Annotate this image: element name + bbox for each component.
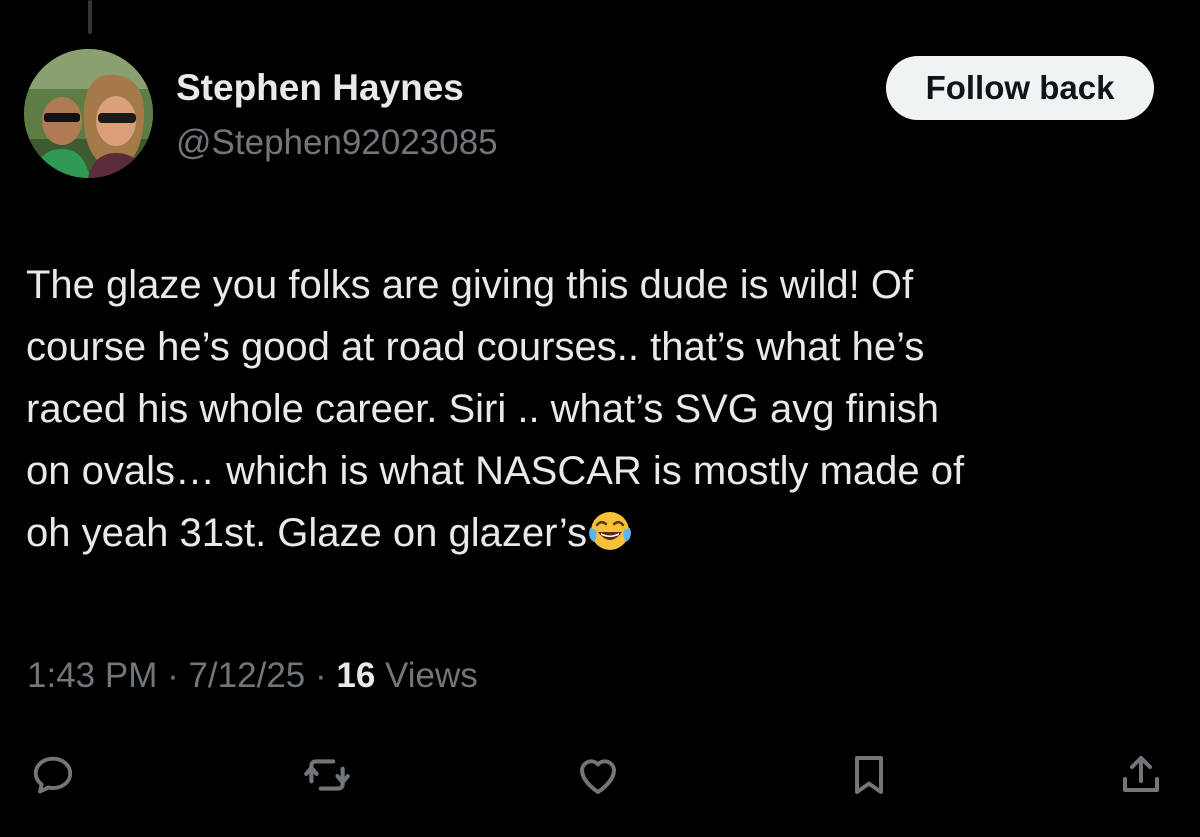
follow-back-button[interactable]: Follow back bbox=[886, 56, 1154, 120]
repost-icon bbox=[304, 759, 350, 791]
reply-icon bbox=[33, 756, 73, 794]
tweet-line: raced his whole career. Siri .. what’s S… bbox=[26, 387, 940, 431]
meta-separator: · bbox=[157, 656, 189, 695]
action-bar bbox=[0, 740, 1200, 810]
tweet-body: The glaze you folks are giving this dude… bbox=[26, 254, 1176, 564]
tweet-meta: 1:43 PM · 7/12/25 · 16 Views bbox=[27, 656, 478, 696]
heart-icon bbox=[580, 759, 616, 794]
share-icon bbox=[1123, 756, 1159, 792]
reply-button[interactable] bbox=[18, 740, 88, 810]
repost-button[interactable] bbox=[292, 740, 362, 810]
views-label: Views bbox=[375, 656, 478, 695]
tweet-line: The glaze you folks are giving this dude… bbox=[26, 263, 914, 307]
tweet-last-line: oh yeah 31st. Glaze on glazer’s bbox=[26, 502, 1176, 564]
avatar-photo bbox=[24, 49, 153, 178]
tweet-line-text: oh yeah 31st. Glaze on glazer’s bbox=[26, 511, 588, 555]
bookmark-button[interactable] bbox=[834, 740, 904, 810]
like-button[interactable] bbox=[563, 740, 633, 810]
tweet-date[interactable]: 7/12/25 bbox=[188, 656, 305, 695]
share-button[interactable] bbox=[1106, 740, 1176, 810]
author-handle[interactable]: @Stephen92023085 bbox=[176, 123, 498, 163]
avatar[interactable] bbox=[24, 49, 153, 178]
tweet-time[interactable]: 1:43 PM bbox=[27, 656, 157, 695]
author-display-name[interactable]: Stephen Haynes bbox=[176, 67, 464, 109]
thread-connector-line bbox=[88, 0, 92, 34]
face-with-tears-of-joy-icon bbox=[588, 508, 632, 552]
meta-separator: · bbox=[305, 656, 337, 695]
bookmark-icon bbox=[855, 756, 883, 794]
tweet-line: on ovals… which is what NASCAR is mostly… bbox=[26, 449, 965, 493]
views-count: 16 bbox=[336, 656, 376, 695]
tweet-line: course he’s good at road courses.. that’… bbox=[26, 325, 925, 369]
